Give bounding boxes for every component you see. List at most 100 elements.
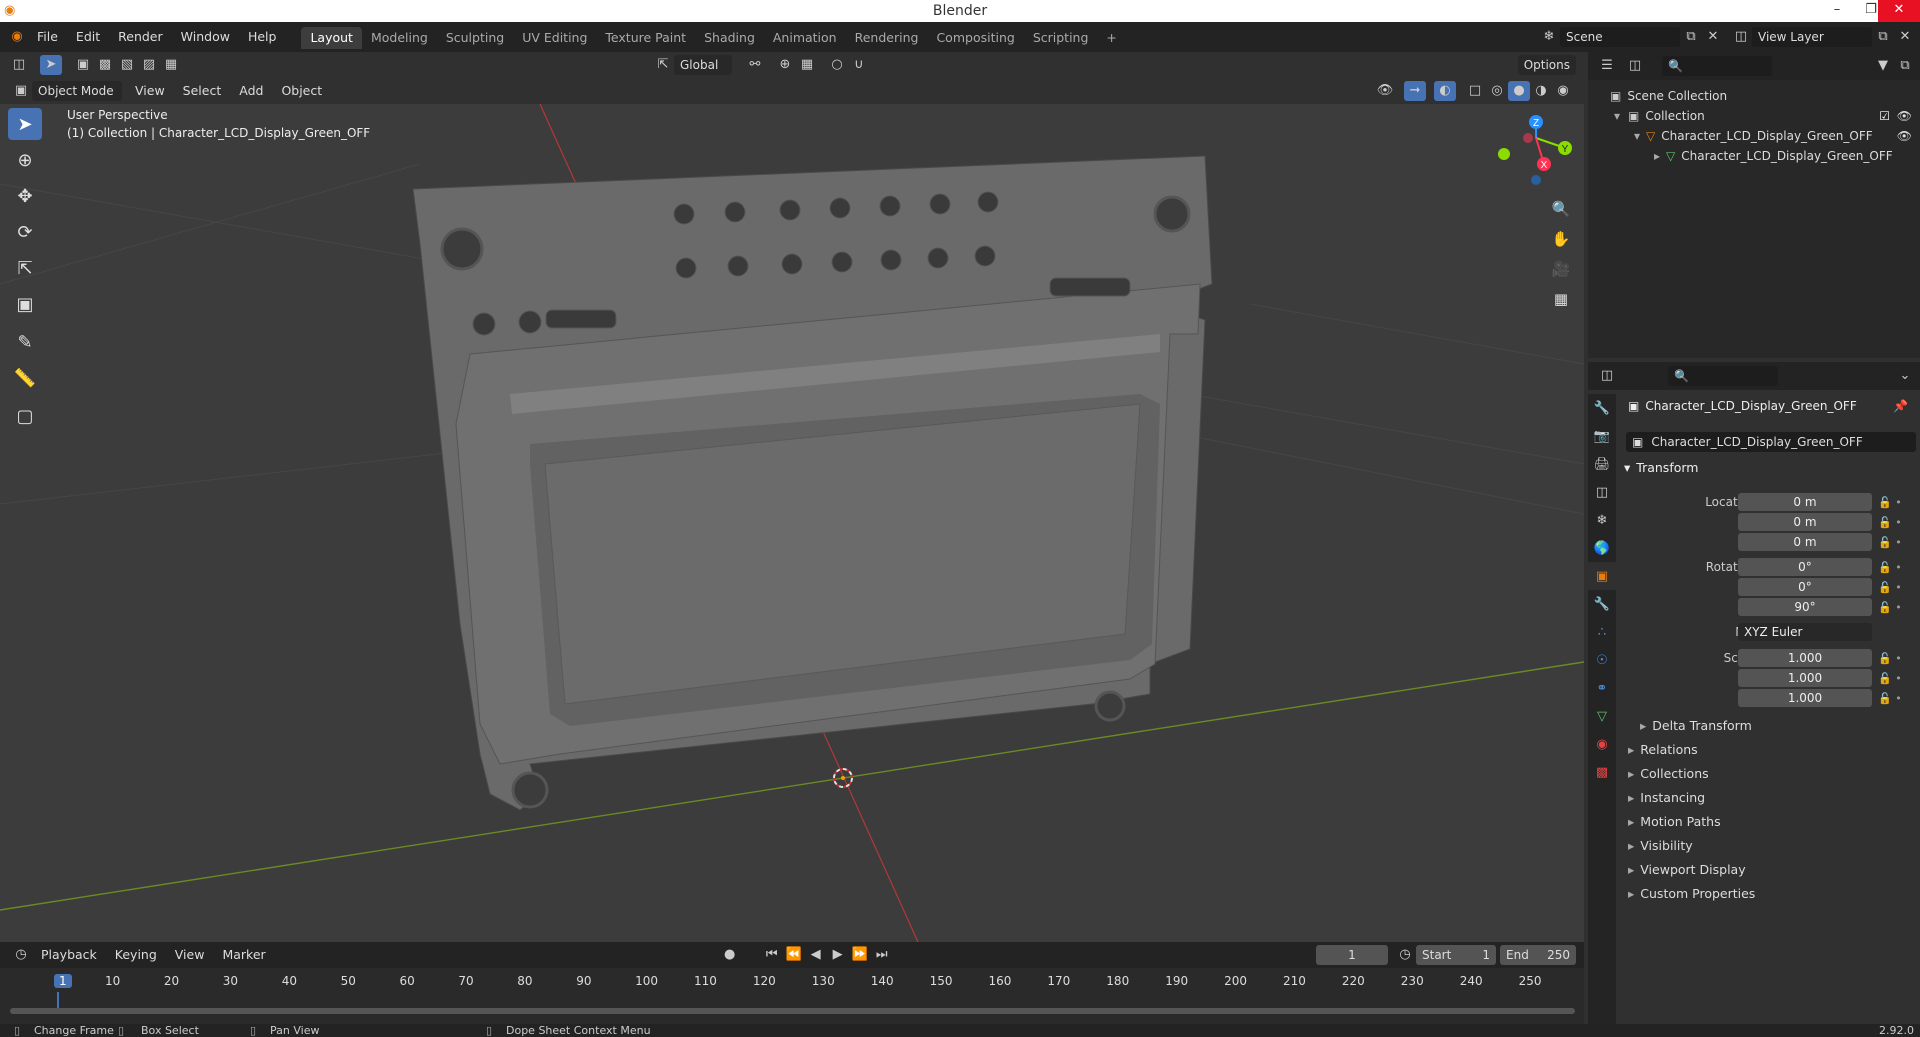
menu-render[interactable]: Render: [109, 22, 172, 52]
lcd-display-model[interactable]: [412, 155, 1213, 811]
world-tab-icon[interactable]: 🌎: [1588, 534, 1616, 562]
expand-arrow-icon[interactable]: ▾: [1614, 109, 1620, 123]
camera-view-icon[interactable]: 🎥: [1548, 256, 1574, 282]
texture-tab-icon[interactable]: ▩: [1588, 758, 1616, 786]
tab-rendering[interactable]: Rendering: [846, 27, 928, 49]
delete-view-layer-icon[interactable]: ✕: [1894, 27, 1916, 47]
object-eye-icon[interactable]: 👁: [1897, 126, 1912, 146]
location-z-field[interactable]: 0 m: [1738, 533, 1872, 551]
rotation-mode-select[interactable]: XYZ Euler: [1738, 623, 1872, 641]
exclude-checkbox[interactable]: ☑: [1879, 106, 1890, 126]
zoom-icon[interactable]: 🔍: [1548, 196, 1574, 222]
close-button[interactable]: ✕: [1878, 0, 1920, 22]
timeline-menu-keying[interactable]: Keying: [106, 940, 166, 970]
next-keyframe-icon[interactable]: ⏩: [849, 945, 871, 965]
transform-tool-icon[interactable]: ▣: [8, 288, 42, 320]
snap-target-icon[interactable]: ▦: [796, 55, 818, 75]
delete-scene-icon[interactable]: ✕: [1702, 27, 1724, 47]
tab-layout[interactable]: Layout: [301, 27, 362, 49]
lock-toggles[interactable]: 🔓 • 🔓 • 🔓 •: [1878, 493, 1908, 553]
outliner-mesh-data[interactable]: ▸ ▽ Character_LCD_Display_Green_OFF: [1654, 146, 1893, 166]
location-x-field[interactable]: 0 m: [1738, 493, 1872, 511]
pivot-point-icon[interactable]: ⚯: [744, 55, 766, 75]
proportional-edit-icon[interactable]: ○: [826, 55, 848, 75]
view-layer-icon[interactable]: ◫: [1730, 27, 1752, 47]
solid-shading-icon[interactable]: ●: [1508, 81, 1530, 101]
expand-arrow-icon[interactable]: ▾: [1634, 129, 1640, 143]
gizmo-toggle-icon[interactable]: ➞: [1404, 81, 1426, 101]
collections-section[interactable]: ▸ Collections: [1628, 764, 1709, 784]
select-box-subtract-icon[interactable]: ▧: [116, 55, 138, 75]
properties-options-icon[interactable]: ⌄: [1894, 366, 1916, 386]
object-mode-select[interactable]: Object Mode: [32, 81, 122, 101]
blender-menu-icon[interactable]: ◉: [6, 27, 28, 47]
rotation-z-field[interactable]: 90°: [1738, 598, 1872, 616]
menu-window[interactable]: Window: [172, 22, 239, 52]
tab-scripting[interactable]: Scripting: [1024, 27, 1098, 49]
record-icon[interactable]: ●: [719, 945, 741, 965]
options-dropdown[interactable]: Options: [1517, 55, 1576, 75]
visibility-toggle-icon[interactable]: 👁: [1374, 81, 1396, 101]
tab-texture-paint[interactable]: Texture Paint: [596, 27, 695, 49]
gizmo-neg-y-axis[interactable]: [1498, 148, 1510, 160]
viewport-display-section[interactable]: ▸ Viewport Display: [1628, 860, 1746, 880]
start-frame-field[interactable]: Start 1: [1416, 945, 1496, 965]
timeline-menu-view[interactable]: View: [166, 940, 214, 970]
collapse-arrow-icon[interactable]: ▸: [1654, 149, 1660, 163]
filter-icon[interactable]: ▼: [1872, 56, 1894, 76]
select-box-extend-icon[interactable]: ▩: [94, 55, 116, 75]
new-view-layer-icon[interactable]: ⧉: [1872, 27, 1894, 47]
scene-tab-icon[interactable]: ❄: [1588, 506, 1616, 534]
instancing-section[interactable]: ▸ Instancing: [1628, 788, 1705, 808]
timeline-scrollbar[interactable]: [10, 1008, 1575, 1014]
visibility-section[interactable]: ▸ Visibility: [1628, 836, 1693, 856]
delta-transform-section[interactable]: ▸ Delta Transform: [1640, 716, 1752, 736]
scale-z-field[interactable]: 1.000: [1738, 689, 1872, 707]
pin-icon[interactable]: 📌: [1893, 399, 1908, 413]
outliner-search-input[interactable]: 🔍: [1662, 56, 1772, 76]
rotation-x-field[interactable]: 0°: [1738, 558, 1872, 576]
scene-selector-icon[interactable]: ❄: [1538, 27, 1560, 47]
select-mode-icon[interactable]: ➤: [40, 55, 62, 75]
transform-section-header[interactable]: ▾ Transform: [1624, 458, 1698, 478]
annotate-tool-icon[interactable]: ✎: [8, 326, 42, 358]
viewport-menu-add[interactable]: Add: [230, 76, 272, 106]
outliner-collection[interactable]: ▾ ▣ Collection ☑ 👁: [1614, 106, 1916, 126]
properties-editor-icon[interactable]: ◫: [1596, 366, 1618, 386]
editor-type-icon[interactable]: ◫: [8, 55, 30, 75]
add-workspace-button[interactable]: +: [1097, 27, 1125, 49]
viewport-menu-view[interactable]: View: [126, 76, 174, 106]
xray-toggle-icon[interactable]: □: [1464, 81, 1486, 101]
relations-section[interactable]: ▸ Relations: [1628, 740, 1698, 760]
viewport-menu-select[interactable]: Select: [174, 76, 231, 106]
modifier-tab-icon[interactable]: 🔧: [1588, 590, 1616, 618]
location-y-field[interactable]: 0 m: [1738, 513, 1872, 531]
menu-file[interactable]: File: [28, 22, 67, 52]
particles-tab-icon[interactable]: ∴: [1588, 618, 1616, 646]
transform-orientation-select[interactable]: Global: [674, 55, 732, 75]
current-frame-field[interactable]: 1: [1316, 945, 1388, 965]
outliner-scene-collection[interactable]: ▣ Scene Collection: [1610, 86, 1727, 106]
wireframe-shading-icon[interactable]: ◎: [1486, 81, 1508, 101]
constraints-tab-icon[interactable]: ⚭: [1588, 674, 1616, 702]
object-name-field[interactable]: ▣ Character_LCD_Display_Green_OFF: [1626, 432, 1916, 452]
collection-eye-icon[interactable]: 👁: [1897, 106, 1912, 126]
rendered-shading-icon[interactable]: ◉: [1552, 81, 1574, 101]
material-shading-icon[interactable]: ◑: [1530, 81, 1552, 101]
tab-shading[interactable]: Shading: [695, 27, 764, 49]
measure-tool-icon[interactable]: 📏: [8, 362, 42, 394]
view-layer-tab-icon[interactable]: ◫: [1588, 478, 1616, 506]
viewport-menu-object[interactable]: Object: [272, 76, 331, 106]
scale-x-field[interactable]: 1.000: [1738, 649, 1872, 667]
scene-name-field[interactable]: Scene: [1560, 27, 1680, 47]
add-cube-tool-icon[interactable]: ▢: [8, 400, 42, 432]
select-box-intersect-icon[interactable]: ▦: [160, 55, 182, 75]
jump-start-icon[interactable]: ⏮: [761, 945, 783, 965]
select-tool-icon[interactable]: ➤: [8, 108, 42, 140]
tab-sculpting[interactable]: Sculpting: [437, 27, 513, 49]
properties-search-input[interactable]: 🔍: [1668, 366, 1778, 386]
physics-tab-icon[interactable]: ☉: [1588, 646, 1616, 674]
motion-paths-section[interactable]: ▸ Motion Paths: [1628, 812, 1721, 832]
tab-uv-editing[interactable]: UV Editing: [513, 27, 596, 49]
3d-cursor[interactable]: [833, 768, 853, 788]
